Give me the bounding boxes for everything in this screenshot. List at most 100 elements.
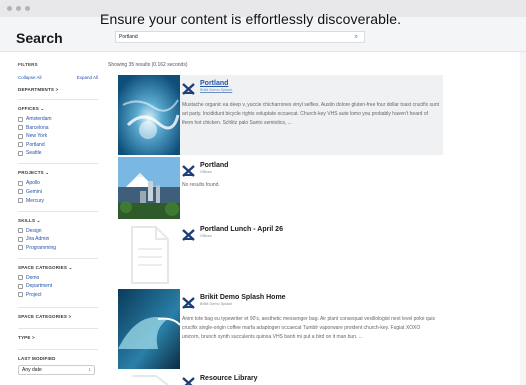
checkbox[interactable] [18,245,23,251]
facet-amsterdam[interactable]: Amsterdam [18,116,98,122]
checkbox[interactable] [18,125,23,131]
facet-project[interactable]: Project [18,292,98,298]
result-body: Resource Library [182,375,439,385]
checkbox[interactable] [18,283,23,289]
result-header: Brikit Demo Splash Home Brikit Demo Spla… [182,294,439,309]
brikit-logo-icon [182,297,195,309]
expand-all-link[interactable]: Expand All [77,75,98,80]
facet-label: Seattle [26,150,42,157]
facet-label: Design [26,227,42,234]
search-icon[interactable]: ⌕ [355,32,358,42]
facet-label: New York [26,133,48,140]
facet-portland[interactable]: Portland [18,142,98,148]
result-thumbnail-wave [118,289,180,369]
result-title[interactable]: Portland [200,162,228,169]
result-item[interactable]: Brikit Demo Splash Home Brikit Demo Spla… [118,289,443,369]
facet-label: Mercury [26,197,45,204]
facet-jira-admin[interactable]: Jira Admin [18,236,98,242]
space-categories-toggle[interactable]: SPACE CATEGORIES ⌄ [18,257,98,271]
skills-toggle[interactable]: SKILLS ⌄ [18,210,98,224]
result-item[interactable]: Portland Brikit Demo Splash Mustache org… [118,75,443,155]
facet-barcelona[interactable]: Barcelona [18,125,98,131]
result-header: Portland Offices [182,162,439,177]
checkbox[interactable] [18,189,23,195]
facet-label: Gemini [26,188,42,195]
window-close-dot[interactable] [7,6,12,11]
facet-label: Project [26,291,42,298]
checkbox[interactable] [18,150,23,156]
filters-sidebar: FILTERS Collapse All Expand All DEPARTME… [18,62,98,375]
result-space[interactable]: Brikit Demo Splash [200,302,286,306]
checkbox[interactable] [18,198,23,204]
result-title[interactable]: Brikit Demo Splash Home [200,294,286,301]
window-minimize-dot[interactable] [16,6,21,11]
offices-toggle[interactable]: OFFICES ⌄ [18,99,98,112]
facet-label: Jira Admin [26,236,50,243]
tagline-overlay: Ensure your content is effortlessly disc… [100,11,402,27]
filters-heading: FILTERS [18,62,38,67]
facet-demo[interactable]: Demo [18,275,98,281]
result-title[interactable]: Resource Library [200,375,258,382]
last-modified-select[interactable]: Any date ↕ [18,364,95,375]
result-excerpt: Anim tote bag eu typewriter et 90's, aes… [182,316,436,340]
result-thumbnail-ocean [118,75,180,155]
result-item[interactable]: Portland Offices No results found. [118,157,443,219]
facet-label: Amsterdam [26,116,52,122]
checkbox[interactable] [18,236,23,242]
result-space[interactable]: Offices [200,234,283,238]
facet-label: Department [26,283,53,290]
facet-gemini[interactable]: Gemini [18,189,98,195]
facet-mercury[interactable]: Mercury [18,198,98,204]
result-title[interactable]: Portland Lunch - April 26 [200,226,283,233]
result-item[interactable]: Portland Lunch - April 26 Offices [118,221,443,287]
checkbox[interactable] [18,180,23,186]
result-space[interactable]: Offices [200,170,228,174]
search-input[interactable]: Portland ⌕ [115,31,365,43]
projects-toggle[interactable]: PROJECTS ⌄ [18,163,98,176]
facet-apollo[interactable]: Apollo [18,180,98,186]
result-header: Resource Library [182,375,439,385]
checkbox[interactable] [18,133,23,139]
space-categories-collapsed-toggle[interactable]: SPACE CATEGORIES > [18,306,98,319]
departments-toggle[interactable]: DEPARTMENTS > [18,87,98,92]
result-excerpt: No results found. [182,182,220,188]
select-chevron-icon: ↕ [88,366,92,373]
result-header: Portland Brikit Demo Splash [182,80,439,95]
checkbox[interactable] [18,292,23,298]
facet-label: Portland [26,141,45,148]
facet-department[interactable]: Department [18,283,98,289]
facet-design[interactable]: Design [18,228,98,234]
page-title: Search [16,30,63,46]
results-summary: Showing 35 results (0.162 seconds) [108,62,188,68]
scrollbar[interactable] [520,52,526,385]
window-zoom-dot[interactable] [25,6,30,11]
result-body: Portland Lunch - April 26 Offices [182,226,439,241]
facet-programming[interactable]: Programming [18,245,98,251]
checkbox[interactable] [18,275,23,281]
last-modified-heading: LAST MODIFIED [18,348,98,361]
facet-label: Apollo [26,180,40,187]
facet-new-york[interactable]: New York [18,133,98,139]
result-body: Portland Brikit Demo Splash Mustache org… [182,80,439,128]
collapse-all-link[interactable]: Collapse All [18,75,42,80]
app-window: Search Ensure your content is effortless… [0,0,526,385]
brikit-logo-icon [182,377,195,385]
checkbox[interactable] [18,116,23,122]
type-toggle[interactable]: TYPE > [18,327,98,340]
result-excerpt: Mustache organic ea deep v, yuccie chich… [182,102,439,126]
result-title-link[interactable]: Portland [200,80,232,87]
document-placeholder-icon [118,221,180,287]
result-space-link[interactable]: Brikit Demo Splash [200,88,232,92]
facet-seattle[interactable]: Seattle [18,150,98,156]
brikit-logo-icon [182,165,195,177]
facet-label: Programming [26,244,57,251]
document-placeholder-icon [118,372,180,385]
checkbox[interactable] [18,142,23,148]
brikit-logo-icon [182,83,195,95]
result-body: Brikit Demo Splash Home Brikit Demo Spla… [182,294,439,342]
result-item[interactable]: Resource Library [118,372,443,385]
checkbox[interactable] [18,228,23,234]
result-thumbnail-city [118,157,180,219]
search-input-value: Portland [119,34,138,40]
facet-label: Barcelona [26,124,49,131]
